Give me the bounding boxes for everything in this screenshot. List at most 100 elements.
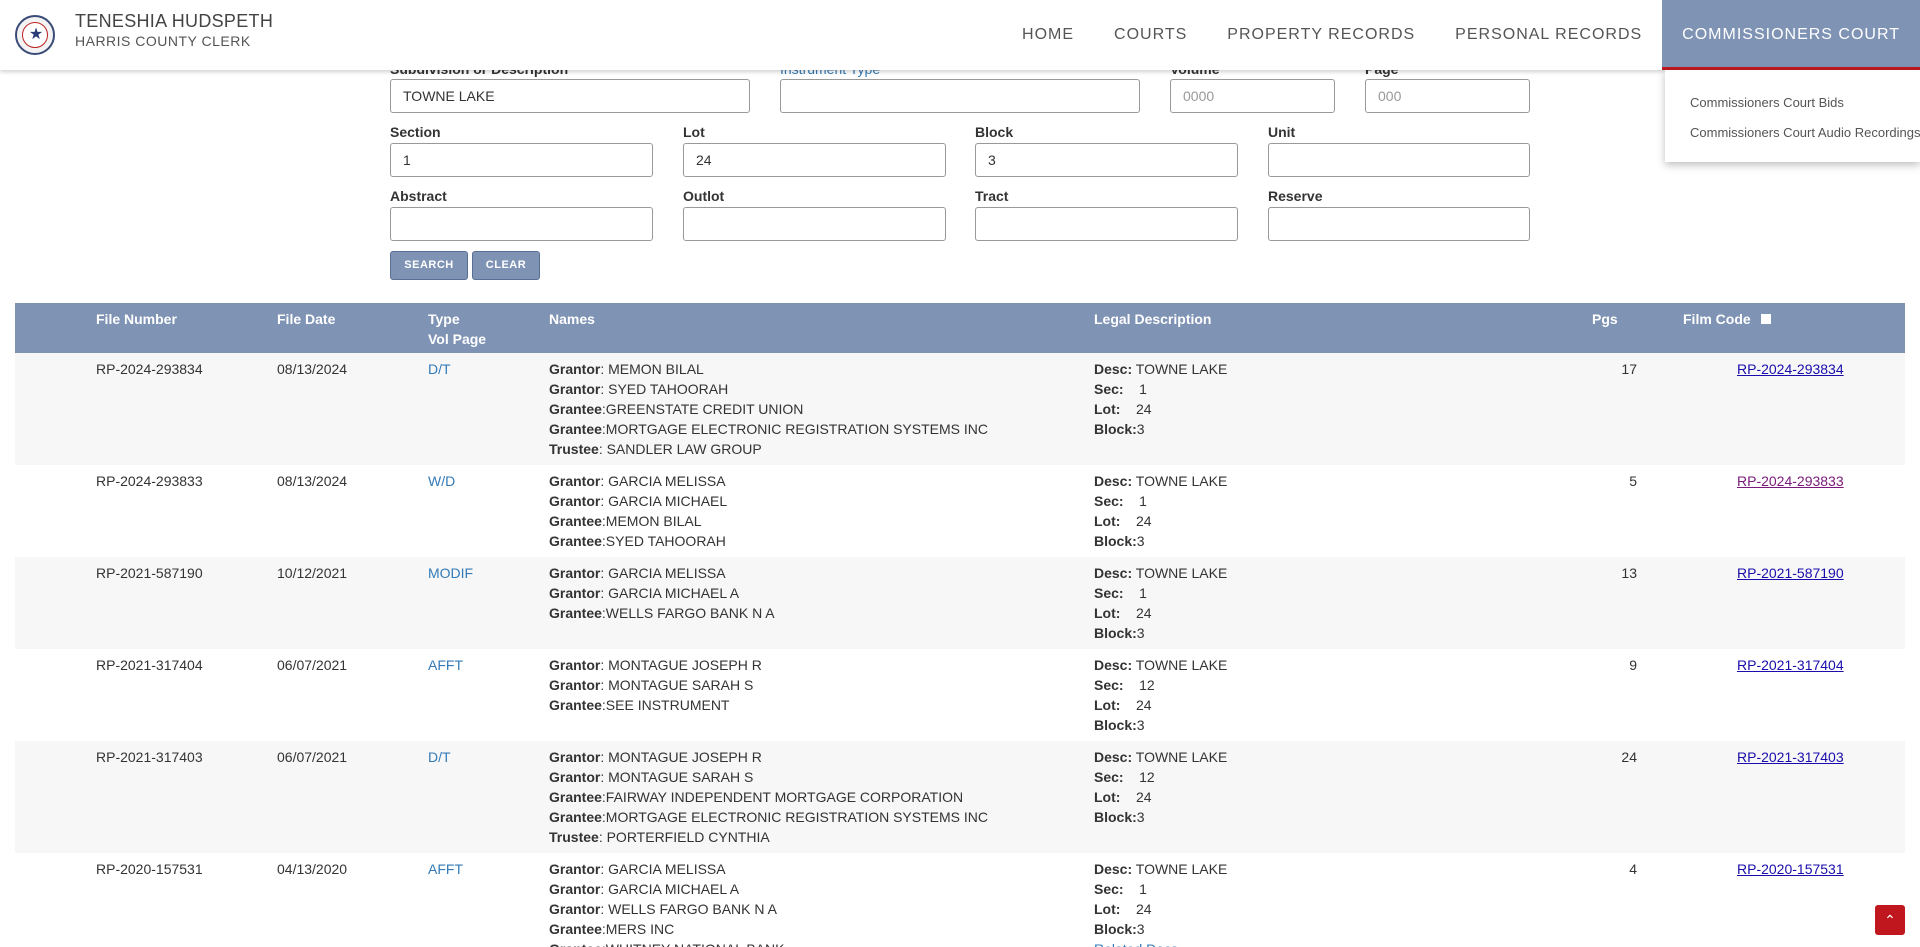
tract-input[interactable]	[975, 207, 1238, 241]
page-input[interactable]: 000	[1365, 79, 1530, 113]
party-name: :MERS INC	[601, 921, 675, 937]
legal-description-cell: Desc: TOWNE LAKE Sec: 12 Lot: 24 Block:3	[1094, 655, 1227, 735]
legal-entry: Block:3	[1094, 531, 1227, 551]
film-code-link[interactable]: RP-2020-157531	[1737, 859, 1844, 879]
file-date-cell: 04/13/2020	[277, 861, 348, 877]
party-name: :SEE INSTRUMENT	[601, 697, 730, 713]
party-role: Grantee	[549, 941, 602, 947]
legal-field-value: 12	[1123, 677, 1155, 693]
type-link[interactable]: AFFT	[428, 859, 463, 879]
party-role: Grantee	[549, 513, 602, 529]
nav-property-records[interactable]: PROPERTY RECORDS	[1207, 0, 1435, 70]
names-cell: Grantor : MONTAGUE JOSEPH R Grantor: MONTA…	[549, 747, 988, 847]
party-name: : MONTAGUE JOSEPH R	[600, 749, 762, 765]
legal-description-cell: Desc: TOWNE LAKE Sec: 12 Lot: 24 Block:3	[1094, 747, 1227, 827]
name-entry: Grantor: MONTAGUE SARAH S	[549, 767, 988, 787]
select-all-checkbox-icon[interactable]	[1760, 314, 1771, 324]
film-code-link[interactable]: RP-2021-317404	[1737, 655, 1844, 675]
legal-field-value: TOWNE LAKE	[1132, 657, 1228, 673]
party-role: Grantor	[549, 585, 601, 601]
name-entry: Grantee:WHITNEY NATIONAL BANK	[549, 939, 784, 947]
film-code-link[interactable]: RP-2024-293834	[1737, 359, 1844, 379]
legal-entry: Sec: 1	[1094, 583, 1227, 603]
party-role: Grantor	[549, 901, 601, 917]
party-role: Trustee	[549, 441, 599, 457]
brand-name[interactable]: TENESHIA HUDSPETH	[75, 11, 273, 32]
nav-commissioners-court[interactable]: COMMISSIONERS COURT	[1662, 0, 1920, 70]
legal-field-label: Lot:	[1094, 513, 1121, 529]
film-code-link[interactable]: RP-2021-587190	[1737, 563, 1844, 583]
file-number-cell: RP-2020-157531	[96, 861, 203, 877]
volume-input[interactable]: 0000	[1170, 79, 1335, 113]
name-entry: Grantor: SYED TAHOORAH	[549, 379, 988, 399]
legal-field-value: 1	[1123, 585, 1147, 601]
col-type-vol-page[interactable]: Type Vol Page	[428, 309, 486, 349]
party-name: : GARCIA MICHAEL A	[600, 585, 740, 601]
legal-entry: Block:3	[1094, 919, 1227, 939]
col-legal-description[interactable]: Legal Description	[1094, 309, 1211, 329]
type-link[interactable]: D/T	[428, 747, 451, 767]
legal-field-value: 3	[1136, 421, 1145, 437]
block-input[interactable]: 3	[975, 143, 1238, 177]
legal-entry: Sec: 12	[1094, 767, 1227, 787]
clear-button[interactable]: CLEAR	[472, 251, 540, 280]
name-entry: Grantor: MONTAGUE SARAH S	[549, 675, 762, 695]
star-icon: ★	[28, 26, 44, 43]
table-row: RP-2020-157531 04/13/2020 AFFT Grantor: GAR…	[15, 853, 1905, 947]
type-link[interactable]: MODIF	[428, 563, 473, 583]
names-cell: Grantor: GARCIA MELISSA Grantor: GARCIA M…	[549, 859, 784, 947]
table-row: RP-2024-293833 08/13/2024 W/D Grantor: GARC…	[15, 465, 1905, 557]
commissioners-court-dropdown: Commissioners Court Bids Commissioners C…	[1665, 70, 1920, 162]
related-docs-link[interactable]: Related Docs	[1094, 939, 1227, 947]
film-code-link[interactable]: RP-2024-293833	[1737, 471, 1844, 491]
legal-field-label: Desc:	[1094, 473, 1133, 489]
nav-home[interactable]: HOME	[1002, 0, 1094, 70]
film-code-link[interactable]: RP-2021-317403	[1737, 747, 1844, 767]
nav-personal-records[interactable]: PERSONAL RECORDS	[1435, 0, 1662, 70]
legal-field-label: Desc:	[1094, 361, 1133, 377]
dropdown-item-bids[interactable]: Commissioners Court Bids	[1665, 88, 1920, 118]
type-link[interactable]: W/D	[428, 471, 455, 491]
file-date-cell: 10/12/2021	[277, 565, 348, 581]
party-role: Grantor	[549, 769, 601, 785]
search-button[interactable]: SEARCH	[390, 251, 468, 280]
dropdown-item-audio-recordings[interactable]: Commissioners Court Audio Recordings	[1665, 118, 1920, 148]
legal-field-label: Desc:	[1094, 749, 1133, 765]
legal-entry: Desc: TOWNE LAKE	[1094, 359, 1227, 379]
name-entry: Grantor: WELLS FARGO BANK N A	[549, 899, 784, 919]
pgs-cell: 9	[1629, 657, 1637, 673]
col-names[interactable]: Names	[549, 309, 595, 329]
legal-field-label: Desc:	[1094, 657, 1133, 673]
scroll-to-top-button[interactable]: ⌃	[1875, 905, 1905, 935]
reserve-input[interactable]	[1268, 207, 1530, 241]
col-pgs[interactable]: Pgs	[1592, 309, 1618, 329]
col-file-number[interactable]: File Number	[96, 309, 177, 329]
legal-field-label: Block:	[1094, 717, 1137, 733]
party-role: Grantee	[549, 697, 602, 713]
type-link[interactable]: AFFT	[428, 655, 463, 675]
party-name: :MORTGAGE ELECTRONIC REGISTRATION SYSTEM…	[601, 421, 989, 437]
county-seal-logo[interactable]: ★	[15, 15, 55, 55]
col-file-date[interactable]: File Date	[277, 309, 335, 329]
subdivision-input[interactable]: TOWNE LAKE	[390, 79, 750, 113]
nav-courts[interactable]: COURTS	[1094, 0, 1207, 70]
col-film-code[interactable]: Film Code	[1683, 309, 1771, 329]
type-link[interactable]: D/T	[428, 359, 451, 379]
legal-entry: Lot: 24	[1094, 511, 1227, 531]
legal-entry: Sec: 1	[1094, 379, 1227, 399]
outlot-input[interactable]	[683, 207, 946, 241]
instrument-type-input[interactable]	[780, 79, 1140, 113]
legal-field-label: Sec:	[1094, 585, 1124, 601]
section-input[interactable]: 1	[390, 143, 653, 177]
file-date-cell: 08/13/2024	[277, 473, 348, 489]
party-name: : WELLS FARGO BANK N A	[600, 901, 777, 917]
legal-entry: Sec: 1	[1094, 491, 1227, 511]
lot-label: Lot	[683, 124, 705, 140]
party-name: : MONTAGUE SARAH S	[600, 677, 754, 693]
party-name: : SANDLER LAW GROUP	[598, 441, 762, 457]
abstract-input[interactable]	[390, 207, 653, 241]
lot-input[interactable]: 24	[683, 143, 946, 177]
unit-input[interactable]	[1268, 143, 1530, 177]
party-role: Grantee	[549, 789, 602, 805]
legal-field-label: Lot:	[1094, 789, 1121, 805]
